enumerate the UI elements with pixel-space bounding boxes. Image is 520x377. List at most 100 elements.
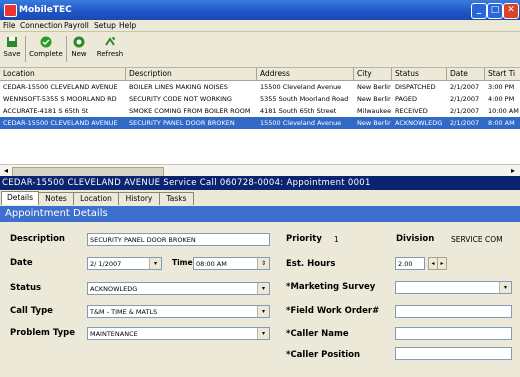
cell-start-time: 8:00 AM: [488, 119, 515, 127]
refresh-icon: [105, 37, 115, 46]
maximize-button[interactable]: □: [487, 3, 503, 19]
chevron-down-icon[interactable]: ▾: [257, 283, 269, 294]
time-value: 08:00 AM: [196, 260, 227, 268]
tab-tasks[interactable]: Tasks: [159, 192, 194, 205]
toolbar-separator: [25, 36, 26, 62]
cell-city: New Berlin: [357, 119, 391, 127]
app-icon: [4, 4, 17, 17]
time-spinner-icon[interactable]: ⇕: [257, 258, 269, 269]
column-description[interactable]: Description: [129, 69, 172, 78]
table-row[interactable]: CEDAR-15500 CLEVELAND AVENUE BOILER LINE…: [0, 81, 520, 93]
time-field[interactable]: 08:00 AM ⇕: [193, 257, 270, 270]
tab-history[interactable]: History: [118, 192, 160, 205]
menu-setup[interactable]: Setup: [94, 21, 116, 30]
problem-type-value: MAINTENANCE: [90, 330, 138, 338]
cell-description: BOILER LINES MAKING NOISES: [129, 83, 228, 91]
division-value: SERVICE COM: [451, 235, 503, 244]
complete-label: Complete: [29, 50, 63, 58]
field-work-order-input[interactable]: [395, 305, 512, 318]
save-label: Save: [3, 50, 21, 58]
minimize-button[interactable]: _: [471, 3, 487, 19]
caller-position-input[interactable]: [395, 347, 512, 360]
cell-status: PAGED: [395, 95, 417, 103]
column-start-time[interactable]: Start Ti: [488, 69, 515, 78]
cell-address: 4181 South 65th Street: [260, 107, 337, 115]
appointment-form: Description SECURITY PANEL DOOR BROKEN D…: [0, 222, 520, 377]
scroll-right-icon[interactable]: ▸: [508, 166, 518, 176]
menu-payroll[interactable]: Payroll: [64, 21, 89, 30]
window-title: MobileTEC: [19, 5, 72, 15]
scroll-left-icon[interactable]: ◂: [1, 166, 11, 176]
tab-location[interactable]: Location: [73, 192, 119, 205]
menu-connection[interactable]: Connection: [20, 21, 62, 30]
cell-location: WENNSOFT-5355 S MOORLAND RD: [3, 95, 117, 103]
chevron-down-icon[interactable]: ▾: [499, 282, 511, 293]
column-city[interactable]: City: [357, 69, 372, 78]
table-row[interactable]: ACCURATE-4181 S 65th St SMOKE COMING FRO…: [0, 105, 520, 117]
marketing-survey-select[interactable]: ▾: [395, 281, 512, 294]
toolbar-separator: [66, 36, 67, 62]
date-picker[interactable]: 2/ 1/2007 ▾: [87, 257, 162, 270]
date-label: Date: [10, 258, 33, 268]
chevron-down-icon[interactable]: ▾: [149, 258, 161, 269]
status-select[interactable]: ACKNOWLEDG ▾: [87, 282, 270, 295]
column-divider: [125, 68, 126, 80]
toolbar: Save Complete New Refresh: [0, 32, 520, 68]
call-type-select[interactable]: T&M - TIME & MATLS ▾: [87, 305, 270, 318]
cell-city: New Berlin: [357, 83, 391, 91]
menu-help[interactable]: Help: [119, 21, 136, 30]
table-row[interactable]: WENNSOFT-5355 S MOORLAND RD SECURITY COD…: [0, 93, 520, 105]
check-icon: [40, 36, 52, 48]
refresh-button[interactable]: Refresh: [93, 34, 127, 64]
menu-file[interactable]: File: [3, 21, 16, 30]
caller-position-label: *Caller Position: [286, 350, 361, 360]
cell-address: 5355 South Moorland Road: [260, 95, 349, 103]
tab-notes[interactable]: Notes: [38, 192, 74, 205]
complete-button[interactable]: Complete: [28, 34, 64, 64]
caller-name-input[interactable]: [395, 327, 512, 340]
cell-date: 2/1/2007: [450, 95, 480, 103]
cell-date: 2/1/2007: [450, 119, 480, 127]
chevron-down-icon[interactable]: ▾: [257, 328, 269, 339]
cell-address: 15500 Cleveland Avenue: [260, 119, 342, 127]
status-label: Status: [10, 283, 42, 293]
division-label: Division: [396, 234, 435, 244]
close-button[interactable]: ✕: [503, 3, 519, 19]
new-button[interactable]: New: [69, 34, 89, 64]
column-address[interactable]: Address: [260, 69, 290, 78]
cell-city: Milwaukee: [357, 107, 391, 115]
tab-details[interactable]: Details: [1, 191, 39, 205]
cell-address: 15500 Cleveland Avenue: [260, 83, 342, 91]
cell-description: SMOKE COMING FROM BOILER ROOM: [129, 107, 251, 115]
column-location[interactable]: Location: [3, 69, 35, 78]
priority-label: Priority: [286, 234, 322, 244]
service-call-grid: Location Description Address City Status…: [0, 68, 520, 164]
title-bar: MobileTEC _ □ ✕: [0, 0, 520, 20]
cell-city: New Berlin: [357, 95, 391, 103]
description-label: Description: [10, 234, 65, 244]
est-hours-field[interactable]: 2.00: [395, 257, 425, 270]
field-work-order-label: *Field Work Order#: [286, 306, 380, 316]
column-divider: [256, 68, 257, 80]
cell-date: 2/1/2007: [450, 107, 480, 115]
save-button[interactable]: Save: [2, 34, 22, 64]
new-label: New: [71, 50, 87, 58]
call-type-label: Call Type: [10, 306, 53, 316]
grid-header: Location Description Address City Status…: [0, 68, 520, 81]
appointment-details-header: Appointment Details: [0, 206, 520, 222]
cell-location: CEDAR-15500 CLEVELAND AVENUE: [3, 119, 118, 127]
column-date[interactable]: Date: [450, 69, 468, 78]
increase-icon[interactable]: ▸: [437, 257, 447, 270]
call-type-value: T&M - TIME & MATLS: [90, 308, 158, 316]
cell-description: SECURITY CODE NOT WORKING: [129, 95, 232, 103]
column-status[interactable]: Status: [395, 69, 419, 78]
marketing-survey-label: *Marketing Survey: [286, 282, 376, 292]
problem-type-select[interactable]: MAINTENANCE ▾: [87, 327, 270, 340]
menu-bar: File Connection Payroll Setup Help: [0, 20, 520, 32]
table-row-selected[interactable]: CEDAR-15500 CLEVELAND AVENUE SECURITY PA…: [0, 117, 520, 129]
section-title: Appointment Details: [5, 208, 108, 219]
detail-tabs: Details Notes Location History Tasks: [0, 191, 520, 205]
refresh-label: Refresh: [96, 50, 124, 58]
description-field[interactable]: SECURITY PANEL DOOR BROKEN: [87, 233, 270, 246]
chevron-down-icon[interactable]: ▾: [257, 306, 269, 317]
